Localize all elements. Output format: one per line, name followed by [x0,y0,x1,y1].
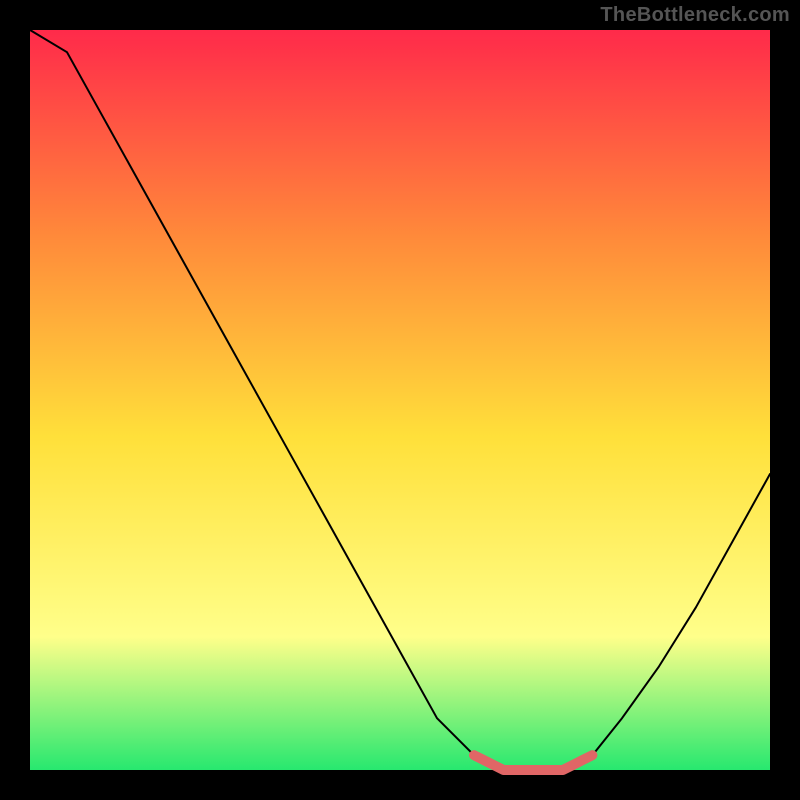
watermark-label: TheBottleneck.com [600,4,790,27]
plot-background [30,30,770,770]
chart-canvas: TheBottleneck.com [0,0,800,800]
bottleneck-chart [0,0,800,800]
